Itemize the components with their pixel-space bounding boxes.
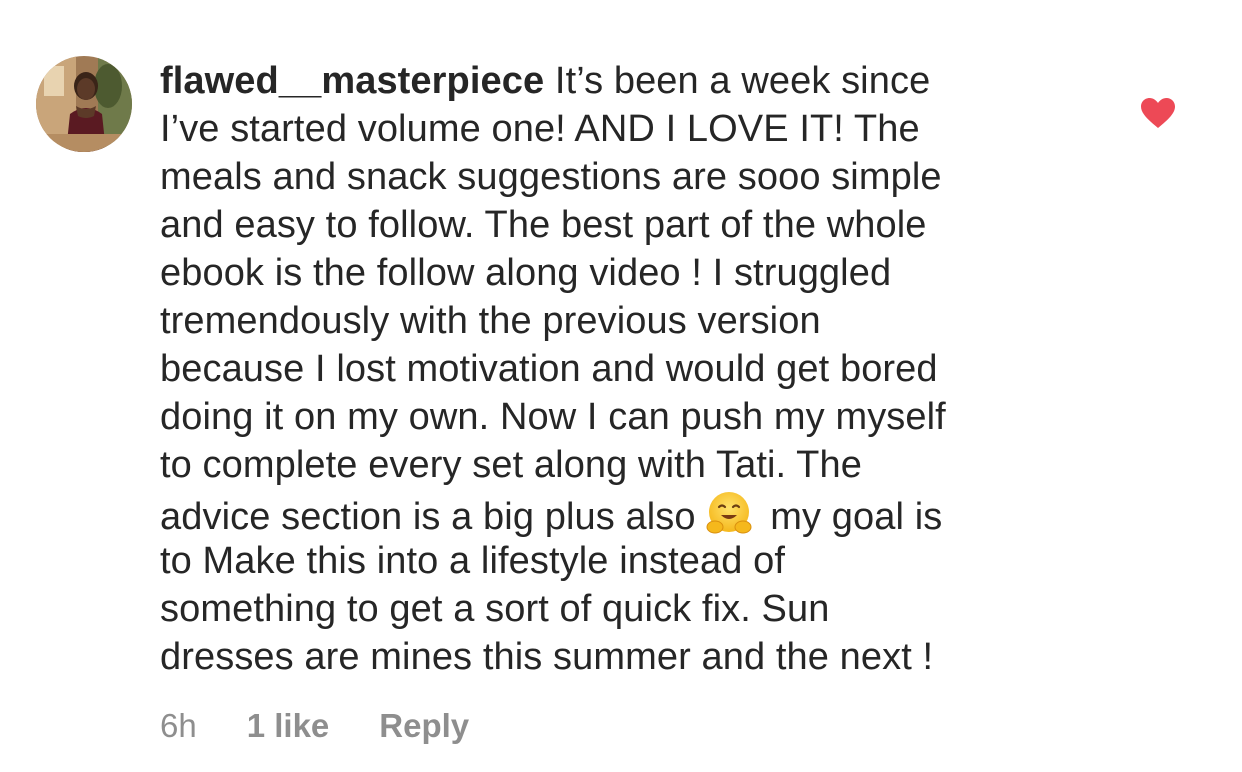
comment-line: because I lost motivation and would get … [160,348,938,390]
comment-line: advice section is a big plus also my goa… [160,489,1060,538]
comment-text: flawed__masterpiece It’s been a week sin… [160,57,1060,681]
like-button[interactable] [1140,97,1176,129]
comment-line: to complete every set along with Tati. T… [160,444,862,486]
avatar[interactable] [36,56,132,152]
heart-icon [1141,98,1175,128]
comment-line: something to get a sort of quick fix. Su… [160,588,830,630]
avatar-image [36,56,132,152]
comment-line: ebook is the follow along video ! I stru… [160,252,892,294]
comment-line: and easy to follow. The best part of the… [160,204,927,246]
comment-line: doing it on my own. Now I can push my my… [160,396,946,438]
comment-line: to Make this into a lifestyle instead of [160,540,785,582]
reply-button[interactable]: Reply [379,706,469,746]
comment-line: tremendously with the previous version [160,300,821,342]
comment-line: flawed__masterpiece It’s been a week sin… [160,57,1060,105]
comment-time: 6h [160,707,197,744]
likes-count-link[interactable]: 1 like [247,706,330,746]
comment-meta: 6h 1 like Reply [160,706,469,746]
comment-line: meals and snack suggestions are sooo sim… [160,156,942,198]
hugging-face-emoji [706,492,752,534]
comment-line: dresses are mines this summer and the ne… [160,636,934,678]
comment-line-text: my goal is [770,496,943,538]
comment-line-text: advice section is a big plus also [160,496,696,538]
comment-line-text: It’s been a week since [554,60,931,102]
comment-line: I’ve started volume one! AND I LOVE IT! … [160,108,920,150]
username[interactable]: flawed__masterpiece [160,60,544,102]
